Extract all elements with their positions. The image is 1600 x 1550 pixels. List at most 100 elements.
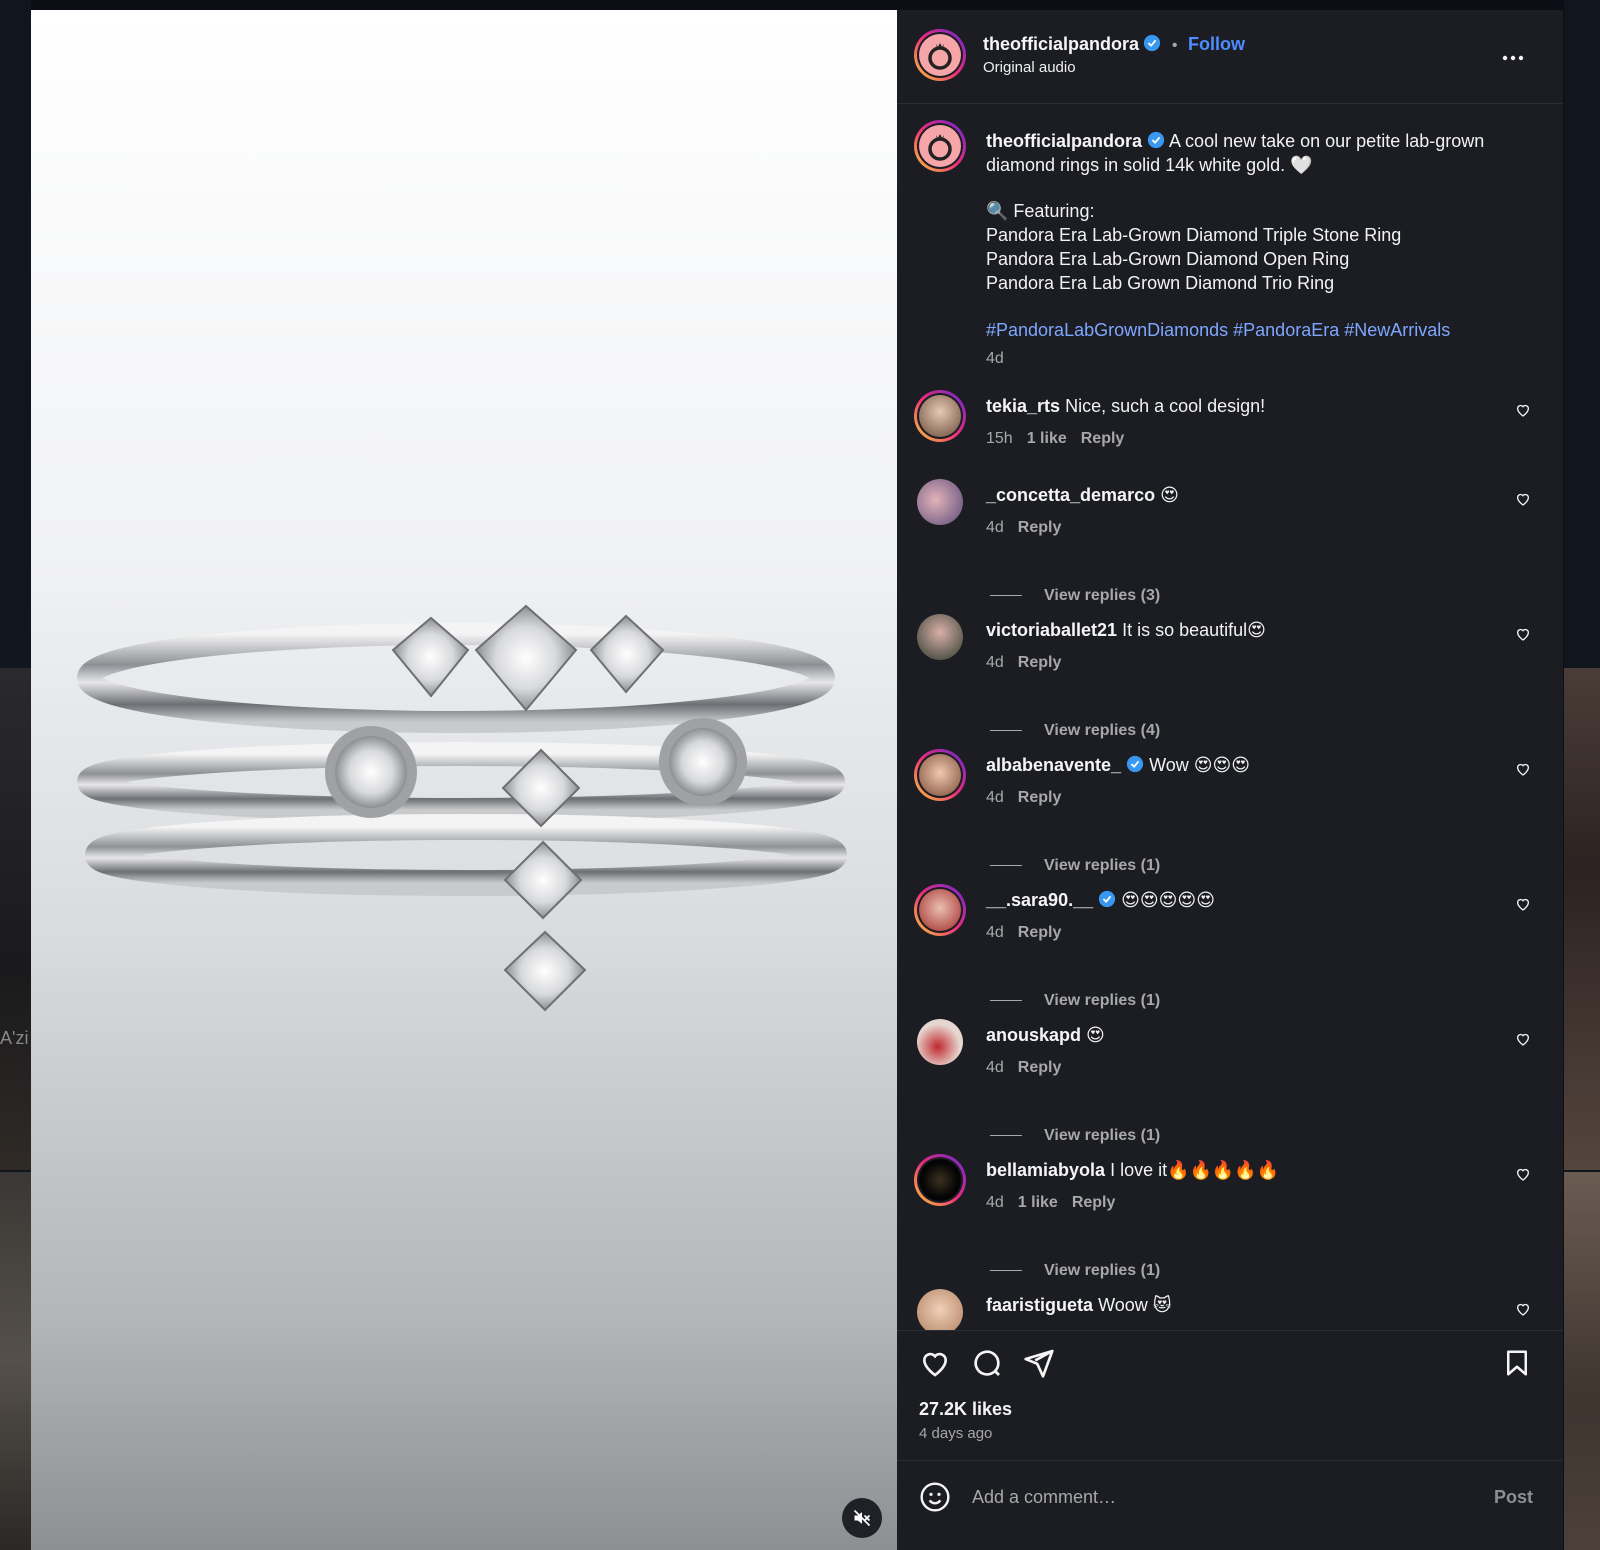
reply-button[interactable]: Reply (1018, 924, 1062, 941)
speaker-muted-icon (853, 1509, 871, 1527)
follow-button[interactable]: Follow (1188, 34, 1245, 54)
view-replies-button[interactable]: View replies (3) (990, 587, 1160, 605)
commenter-avatar[interactable] (917, 1289, 963, 1330)
commenter-avatar[interactable] (914, 1154, 966, 1206)
view-replies-button[interactable]: View replies (1) (990, 1262, 1160, 1280)
background-tile-text: A'zi (0, 1028, 29, 1048)
comment-time[interactable]: 4d (986, 1059, 1004, 1076)
more-options-button[interactable] (1501, 46, 1525, 75)
background-right-strip (1564, 0, 1600, 1550)
heart-icon[interactable] (1515, 1166, 1531, 1182)
reel-video[interactable] (31, 10, 897, 1550)
post-panel: theofficialpandora • Follow Original aud… (897, 10, 1563, 1550)
comment-text: Wow 😍😍😍 (1149, 755, 1251, 775)
separator-dot: • (1171, 37, 1178, 54)
background-reel-tile[interactable] (1564, 668, 1600, 1170)
comment-time[interactable]: 4d (986, 1194, 1004, 1211)
background-reel-tile[interactable] (1564, 1172, 1600, 1550)
commenter-avatar[interactable] (917, 1019, 963, 1065)
commenter-username[interactable]: faaristigueta (986, 1295, 1093, 1315)
heart-icon[interactable] (1515, 1301, 1531, 1317)
reply-button[interactable]: Reply (1018, 654, 1062, 671)
heart-icon[interactable] (1515, 1031, 1531, 1047)
commenter-avatar[interactable] (917, 479, 963, 525)
commenter-username[interactable]: _concetta_demarco (986, 485, 1155, 505)
verified-badge-icon (1126, 755, 1144, 773)
commenter-username[interactable]: __.sara90.__ (986, 890, 1093, 910)
comment-time[interactable]: 15h (986, 430, 1013, 447)
like-heart-icon[interactable] (919, 1347, 951, 1379)
commenter-avatar[interactable] (917, 614, 963, 660)
author-avatar[interactable] (914, 29, 966, 81)
background-reel-tile[interactable] (0, 1172, 31, 1550)
post-actions: 27.2K likes 4 days ago (897, 1330, 1563, 1460)
view-replies-button[interactable]: View replies (1) (990, 1127, 1160, 1145)
commenter-username[interactable]: victoriaballet21 (986, 620, 1117, 640)
reply-button[interactable]: Reply (1018, 519, 1062, 536)
pandora-logo-icon (928, 43, 952, 70)
commenter-username[interactable]: tekia_rts (986, 396, 1060, 416)
comment-input[interactable]: Add a comment… (972, 1487, 1116, 1508)
bookmark-icon[interactable] (1502, 1347, 1532, 1379)
commenter-avatar[interactable] (914, 749, 966, 801)
view-replies-button[interactable]: View replies (1) (990, 857, 1160, 875)
comment-text: Woow 😻 (1098, 1295, 1172, 1315)
caption-author-avatar[interactable] (914, 120, 966, 172)
comment-likes[interactable]: 1 like (1018, 1194, 1058, 1211)
reply-button[interactable]: Reply (1018, 1059, 1062, 1076)
author-username[interactable]: theofficialpandora (983, 34, 1139, 54)
heart-icon[interactable] (1515, 761, 1531, 777)
comment-text: It is so beautiful😍 (1122, 620, 1266, 640)
comment-bubble-icon[interactable] (971, 1347, 1003, 1379)
emoji-smiley-icon[interactable] (919, 1481, 951, 1513)
rings-image (77, 604, 847, 1012)
comment-text: 😍 (1086, 1025, 1105, 1045)
reply-button[interactable]: Reply (1081, 430, 1125, 447)
commenter-username[interactable]: bellamiabyola (986, 1160, 1105, 1180)
featuring-label: 🔍 Featuring: (986, 201, 1095, 221)
verified-badge-icon (1144, 34, 1161, 52)
commenter-username[interactable]: albabenavente_ (986, 755, 1121, 775)
post-comment-button[interactable]: Post (1494, 1487, 1533, 1508)
comment-composer: Add a comment… Post (897, 1460, 1563, 1550)
comment-time[interactable]: 4d (986, 924, 1004, 941)
heart-icon[interactable] (1515, 896, 1531, 912)
reply-button[interactable]: Reply (1018, 789, 1062, 806)
audio-label[interactable]: Original audio (983, 59, 1076, 76)
featured-item: Pandora Era Lab Grown Diamond Trio Ring (986, 273, 1335, 293)
view-replies-button[interactable]: View replies (4) (990, 722, 1160, 740)
comment-text: I love it🔥🔥🔥🔥🔥 (1110, 1160, 1280, 1180)
background-left-strip: A'zi (0, 0, 31, 1550)
view-replies-button[interactable]: View replies (1) (990, 992, 1160, 1010)
heart-icon[interactable] (1515, 626, 1531, 642)
heart-icon[interactable] (1515, 402, 1531, 418)
comments-scroll-area[interactable]: theofficialpandora A cool new take on ou… (897, 105, 1563, 1330)
verified-badge-icon (1147, 131, 1165, 149)
pandora-logo-icon (928, 134, 952, 161)
caption-hashtags[interactable]: #PandoraLabGrownDiamonds #PandoraEra #Ne… (986, 318, 1531, 342)
commenter-avatar[interactable] (914, 390, 966, 442)
comment-time[interactable]: 4d (986, 789, 1004, 806)
caption-username[interactable]: theofficialpandora (986, 131, 1142, 151)
featured-item: Pandora Era Lab-Grown Diamond Triple Sto… (986, 225, 1402, 245)
reply-button[interactable]: Reply (1072, 1194, 1116, 1211)
featured-item: Pandora Era Lab-Grown Diamond Open Ring (986, 249, 1350, 269)
post-header: theofficialpandora • Follow Original aud… (897, 10, 1563, 104)
comment-text: 😍😍😍😍😍 (1121, 890, 1215, 910)
heart-icon[interactable] (1515, 491, 1531, 507)
comment-time[interactable]: 4d (986, 654, 1004, 671)
likes-count[interactable]: 27.2K likes (919, 1399, 1012, 1420)
mute-button[interactable] (842, 1498, 882, 1538)
caption-timestamp[interactable]: 4d (986, 347, 1531, 371)
post-caption: theofficialpandora A cool new take on ou… (986, 129, 1531, 371)
comment-time[interactable]: 4d (986, 519, 1004, 536)
comment-text: 😍 (1160, 485, 1179, 505)
more-horizontal-icon (1502, 55, 1524, 61)
comment-likes[interactable]: 1 like (1027, 430, 1067, 447)
commenter-avatar[interactable] (914, 884, 966, 936)
verified-badge-icon (1099, 890, 1116, 908)
post-date[interactable]: 4 days ago (919, 1425, 992, 1442)
share-paper-plane-icon[interactable] (1023, 1347, 1055, 1379)
commenter-username[interactable]: anouskapd (986, 1025, 1081, 1045)
background-reel-tile[interactable] (0, 668, 31, 1170)
